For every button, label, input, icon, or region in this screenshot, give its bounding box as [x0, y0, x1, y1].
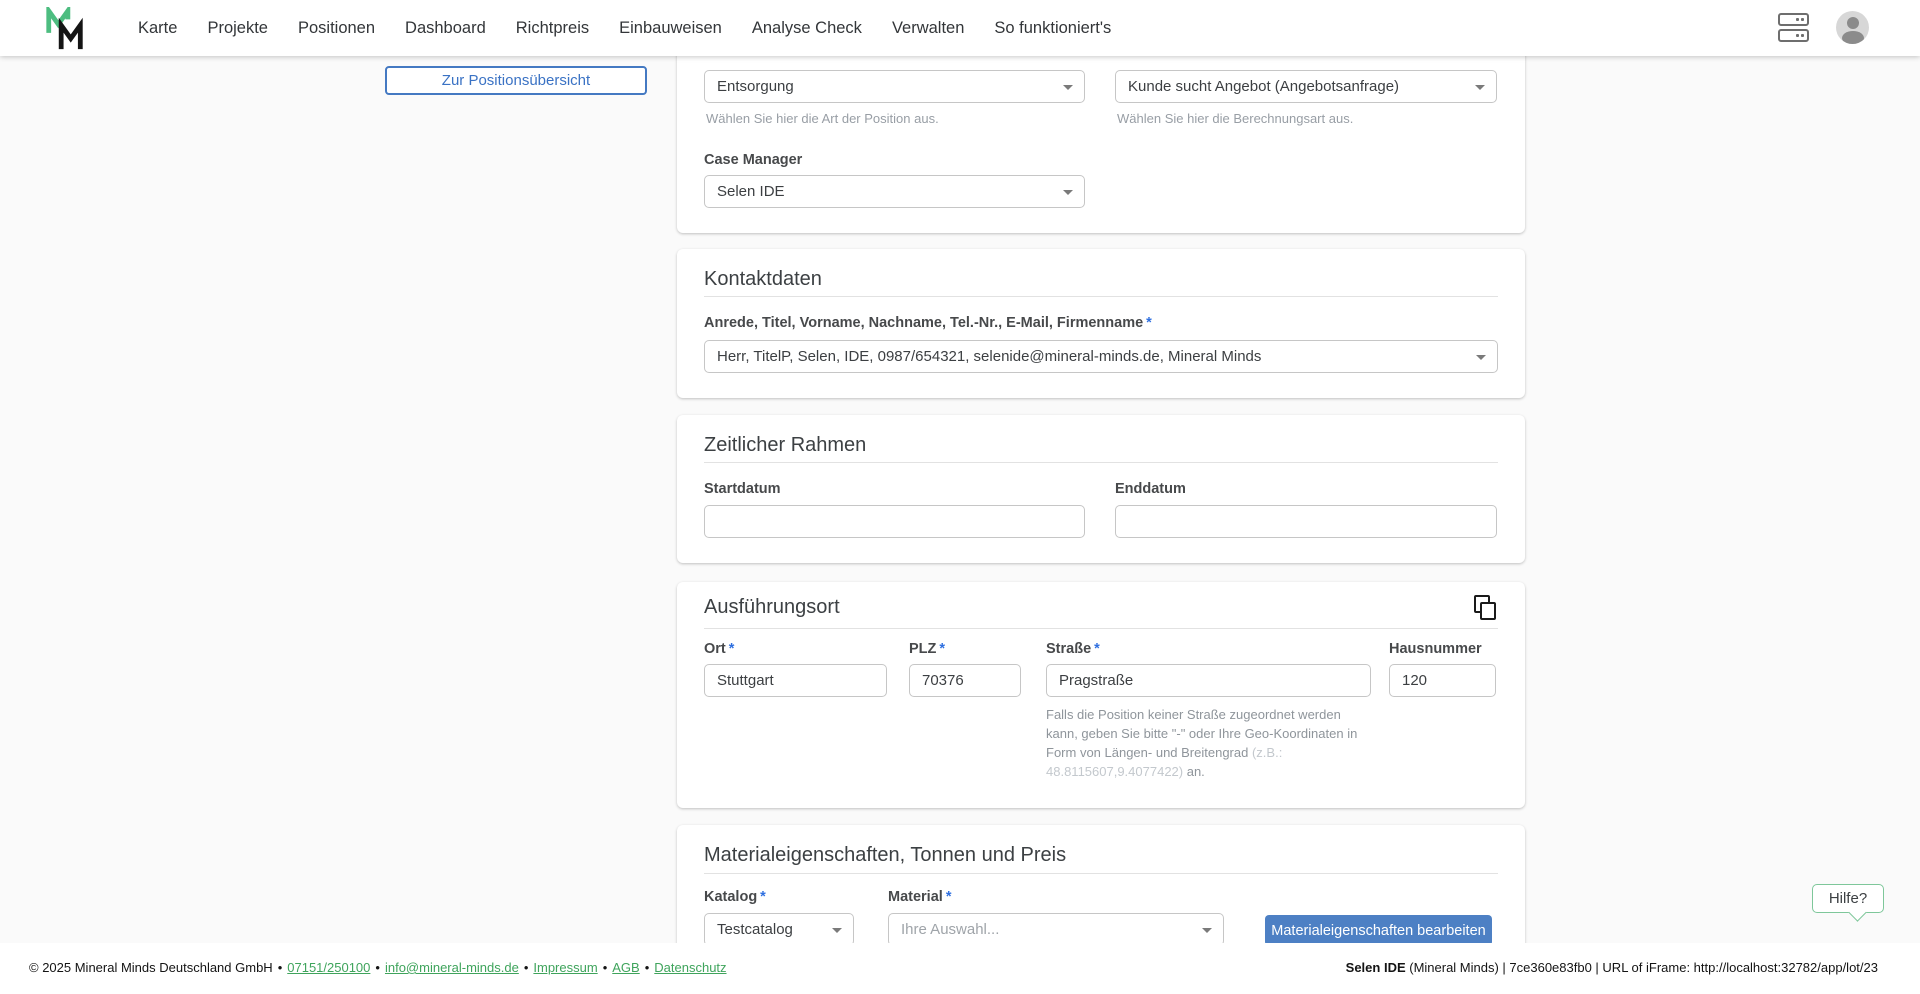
startdate-input[interactable]: [704, 505, 1085, 538]
footer-datenschutz-link[interactable]: Datenschutz: [654, 960, 726, 975]
caret-down-icon: [832, 928, 842, 933]
hausnummer-label: Hausnummer: [1389, 641, 1482, 657]
nav-item-karte[interactable]: Karte: [138, 19, 177, 38]
street-helper-text: Falls die Position keiner Straße zugeord…: [1046, 705, 1357, 781]
plz-label: PLZ*: [909, 641, 945, 657]
material-select[interactable]: Ihre Auswahl...: [888, 913, 1224, 946]
case-manager-select[interactable]: Selen IDE: [704, 175, 1085, 208]
caret-down-icon: [1202, 928, 1212, 933]
type-helper-text: Wählen Sie hier die Art der Position aus…: [706, 111, 939, 126]
top-navbar: Karte Projekte Positionen Dashboard Rich…: [0, 0, 1920, 56]
location-card: Ausführungsort Ort* PLZ* Straße* Hausnum…: [677, 582, 1525, 808]
case-manager-value: Selen IDE: [717, 183, 785, 200]
contact-card: Kontaktdaten Anrede, Titel, Vorname, Nac…: [677, 249, 1525, 398]
footer-agb-link[interactable]: AGB: [612, 960, 639, 975]
footer-impressum-link[interactable]: Impressum: [533, 960, 597, 975]
divider: [704, 873, 1498, 874]
required-mark: *: [1146, 315, 1152, 331]
footer-session-detail: (Mineral Minds) | 7ce360e83fb0 | URL of …: [1406, 960, 1878, 975]
timeframe-card-title: Zeitlicher Rahmen: [704, 434, 866, 457]
calculation-type-value: Kunde sucht Angebot (Angebotsanfrage): [1128, 78, 1399, 95]
footer: © 2025 Mineral Minds Deutschland GmbH•07…: [0, 943, 1920, 994]
nav-item-analyse-check[interactable]: Analyse Check: [752, 19, 862, 38]
caret-down-icon: [1063, 190, 1073, 195]
main-navigation: Karte Projekte Positionen Dashboard Rich…: [138, 0, 1111, 56]
strasse-label: Straße*: [1046, 641, 1100, 657]
strasse-input[interactable]: [1046, 664, 1371, 697]
nav-item-positionen[interactable]: Positionen: [298, 19, 375, 38]
ort-input[interactable]: [704, 664, 887, 697]
nav-item-so-funktionierts[interactable]: So funktioniert's: [994, 19, 1111, 38]
help-bubble-button[interactable]: Hilfe?: [1812, 884, 1884, 913]
edit-material-properties-button[interactable]: Materialeigenschaften bearbeiten: [1265, 915, 1492, 946]
katalog-value: Testcatalog: [717, 921, 793, 938]
footer-session-info: Selen IDE (Mineral Minds) | 7ce360e83fb0…: [1346, 960, 1878, 975]
nav-item-verwalten[interactable]: Verwalten: [892, 19, 964, 38]
footer-session-user: Selen IDE: [1346, 960, 1406, 975]
calculation-type-select[interactable]: Kunde sucht Angebot (Angebotsanfrage): [1115, 70, 1497, 103]
material-placeholder: Ihre Auswahl...: [901, 921, 999, 938]
material-label: Material*: [888, 889, 951, 905]
account-avatar-icon[interactable]: [1836, 11, 1869, 44]
case-manager-label: Case Manager: [704, 152, 802, 168]
position-type-value: Entsorgung: [717, 78, 794, 95]
divider: [704, 462, 1498, 463]
startdate-label: Startdatum: [704, 481, 781, 497]
nav-item-projekte[interactable]: Projekte: [207, 19, 268, 38]
caret-down-icon: [1476, 355, 1486, 360]
material-card-title: Materialeigenschaften, Tonnen und Preis: [704, 844, 1066, 867]
contact-select[interactable]: Herr, TitelP, Selen, IDE, 0987/654321, s…: [704, 340, 1498, 373]
timeframe-card: Zeitlicher Rahmen Startdatum Enddatum: [677, 415, 1525, 563]
mineral-minds-logo[interactable]: [44, 7, 86, 51]
hausnummer-input[interactable]: [1389, 664, 1496, 697]
help-bubble-label: Hilfe?: [1829, 890, 1867, 907]
copy-icon[interactable]: [1473, 594, 1497, 620]
nav-item-dashboard[interactable]: Dashboard: [405, 19, 486, 38]
dns-row: [1778, 29, 1809, 42]
position-overview-button[interactable]: Zur Positionsübersicht: [385, 66, 647, 95]
footer-copyright: © 2025 Mineral Minds Deutschland GmbH: [29, 960, 273, 975]
katalog-label: Katalog*: [704, 889, 766, 905]
nav-item-richtpreis[interactable]: Richtpreis: [516, 19, 589, 38]
contact-card-title: Kontaktdaten: [704, 268, 822, 291]
footer-phone-link[interactable]: 07151/250100: [287, 960, 370, 975]
contact-value: Herr, TitelP, Selen, IDE, 0987/654321, s…: [717, 348, 1261, 365]
divider: [704, 296, 1498, 297]
ort-label: Ort*: [704, 641, 734, 657]
caret-down-icon: [1475, 85, 1485, 90]
calculation-helper-text: Wählen Sie hier die Berechnungsart aus.: [1117, 111, 1353, 126]
footer-company-info: © 2025 Mineral Minds Deutschland GmbH•07…: [29, 960, 727, 975]
divider: [704, 628, 1498, 629]
dns-row: [1778, 13, 1809, 26]
enddate-label: Enddatum: [1115, 481, 1186, 497]
location-card-title: Ausführungsort: [704, 596, 840, 619]
nav-item-einbauweisen[interactable]: Einbauweisen: [619, 19, 722, 38]
plz-input[interactable]: [909, 664, 1021, 697]
position-type-select[interactable]: Entsorgung: [704, 70, 1085, 103]
dns-icon[interactable]: [1778, 13, 1810, 44]
contact-field-label: Anrede, Titel, Vorname, Nachname, Tel.-N…: [704, 315, 1152, 331]
caret-down-icon: [1063, 85, 1073, 90]
avatar-body: [1842, 31, 1864, 44]
avatar-head: [1847, 17, 1859, 29]
footer-email-link[interactable]: info@mineral-minds.de: [385, 960, 519, 975]
katalog-select[interactable]: Testcatalog: [704, 913, 854, 946]
enddate-input[interactable]: [1115, 505, 1497, 538]
